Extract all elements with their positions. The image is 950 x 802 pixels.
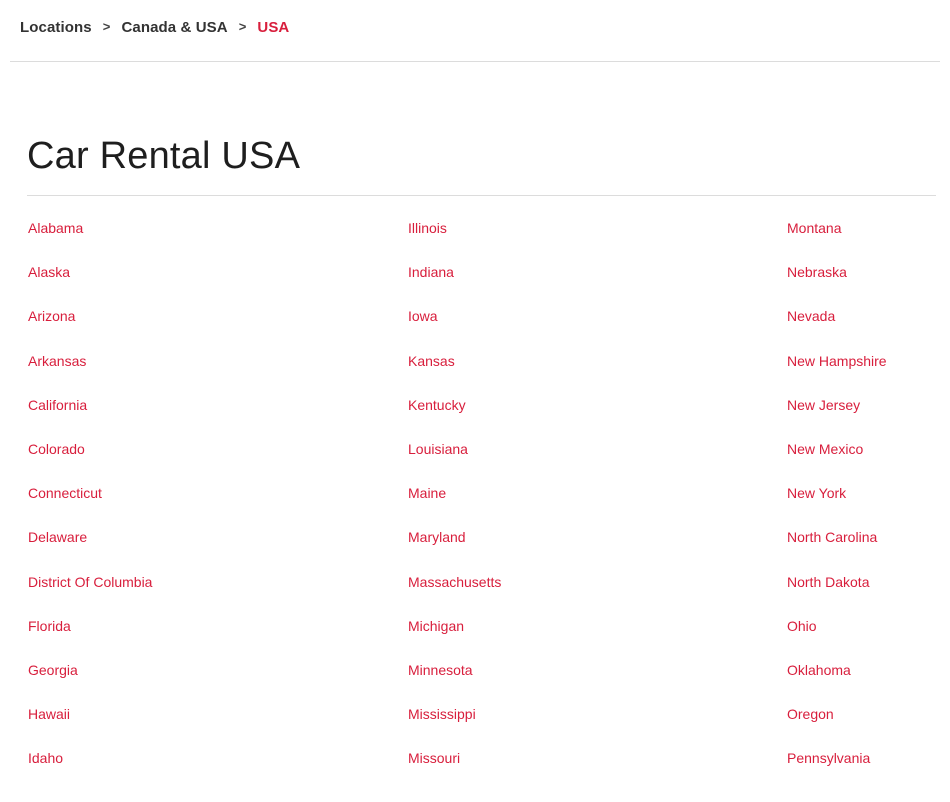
list-item: North Carolina: [787, 519, 887, 563]
list-item: Pennsylvania: [787, 740, 887, 784]
list-item: Nevada: [787, 298, 887, 342]
breadcrumb-item-locations[interactable]: Locations: [20, 19, 92, 36]
state-link[interactable]: Pennsylvania: [787, 750, 870, 766]
list-item: Illinois: [408, 210, 501, 254]
state-link[interactable]: Mississippi: [408, 706, 476, 722]
chevron-right-icon: >: [238, 19, 247, 34]
state-column-3: Montana Nebraska Nevada New Hampshire New Je…: [787, 210, 887, 784]
state-column-1: Alabama Alaska Arizona Arkansas California Co…: [28, 210, 152, 784]
list-item: Florida: [28, 608, 152, 652]
list-item: Kentucky: [408, 387, 501, 431]
state-link[interactable]: Maine: [408, 485, 446, 501]
list-item: Montana: [787, 210, 887, 254]
list-item: Oregon: [787, 696, 887, 740]
state-link[interactable]: Hawaii: [28, 706, 70, 722]
breadcrumb-current: USA: [257, 19, 290, 36]
state-link[interactable]: Michigan: [408, 618, 464, 634]
state-link[interactable]: Georgia: [28, 662, 78, 678]
list-item: District Of Columbia: [28, 564, 152, 608]
state-link[interactable]: Massachusetts: [408, 574, 501, 590]
breadcrumb-divider: [10, 61, 940, 62]
state-link[interactable]: New York: [787, 485, 846, 501]
state-link[interactable]: Missouri: [408, 750, 460, 766]
state-link[interactable]: Kentucky: [408, 397, 466, 413]
state-link[interactable]: Minnesota: [408, 662, 473, 678]
state-column-2: Illinois Indiana Iowa Kansas Kentucky Louisia…: [408, 210, 501, 784]
state-link[interactable]: California: [28, 397, 87, 413]
state-link[interactable]: Idaho: [28, 750, 63, 766]
state-link[interactable]: Nebraska: [787, 264, 847, 280]
list-item: Colorado: [28, 431, 152, 475]
list-item: Idaho: [28, 740, 152, 784]
list-item: Louisiana: [408, 431, 501, 475]
list-item: Iowa: [408, 298, 501, 342]
list-item: North Dakota: [787, 564, 887, 608]
list-item: Ohio: [787, 608, 887, 652]
state-link[interactable]: Oklahoma: [787, 662, 851, 678]
list-item: New Hampshire: [787, 343, 887, 387]
chevron-right-icon: >: [102, 19, 111, 34]
state-link[interactable]: Maryland: [408, 529, 466, 545]
state-link[interactable]: Iowa: [408, 308, 438, 324]
list-item: Delaware: [28, 519, 152, 563]
state-link[interactable]: Arizona: [28, 308, 75, 324]
list-item: Michigan: [408, 608, 501, 652]
list-item: Missouri: [408, 740, 501, 784]
title-divider: [27, 195, 936, 196]
list-item: Alabama: [28, 210, 152, 254]
list-item: Maine: [408, 475, 501, 519]
state-link[interactable]: Alabama: [28, 220, 83, 236]
state-link[interactable]: Kansas: [408, 353, 455, 369]
state-link[interactable]: Illinois: [408, 220, 447, 236]
state-link[interactable]: Montana: [787, 220, 841, 236]
list-item: Nebraska: [787, 254, 887, 298]
list-item: Maryland: [408, 519, 501, 563]
list-item: Mississippi: [408, 696, 501, 740]
state-link[interactable]: Arkansas: [28, 353, 86, 369]
state-link[interactable]: Florida: [28, 618, 71, 634]
list-item: Massachusetts: [408, 564, 501, 608]
state-link[interactable]: New Mexico: [787, 441, 863, 457]
state-link[interactable]: Oregon: [787, 706, 834, 722]
state-link[interactable]: Connecticut: [28, 485, 102, 501]
list-item: New Mexico: [787, 431, 887, 475]
page-title: Car Rental USA: [27, 135, 301, 177]
list-item: Minnesota: [408, 652, 501, 696]
state-link[interactable]: Ohio: [787, 618, 817, 634]
list-item: Kansas: [408, 343, 501, 387]
state-link[interactable]: North Carolina: [787, 529, 877, 545]
state-link[interactable]: Colorado: [28, 441, 85, 457]
breadcrumb: Locations > Canada & USA > USA: [20, 19, 289, 36]
state-link[interactable]: Delaware: [28, 529, 87, 545]
list-item: Indiana: [408, 254, 501, 298]
breadcrumb-item-canada-usa[interactable]: Canada & USA: [121, 19, 227, 36]
state-link[interactable]: District Of Columbia: [28, 574, 152, 590]
list-item: Arkansas: [28, 343, 152, 387]
list-item: Alaska: [28, 254, 152, 298]
state-link[interactable]: Louisiana: [408, 441, 468, 457]
list-item: Hawaii: [28, 696, 152, 740]
state-link[interactable]: New Jersey: [787, 397, 860, 413]
list-item: Oklahoma: [787, 652, 887, 696]
state-link[interactable]: New Hampshire: [787, 353, 887, 369]
state-link[interactable]: Nevada: [787, 308, 835, 324]
state-link[interactable]: North Dakota: [787, 574, 869, 590]
state-link[interactable]: Alaska: [28, 264, 70, 280]
list-item: California: [28, 387, 152, 431]
list-item: Connecticut: [28, 475, 152, 519]
list-item: Georgia: [28, 652, 152, 696]
state-link[interactable]: Indiana: [408, 264, 454, 280]
list-item: Arizona: [28, 298, 152, 342]
list-item: New York: [787, 475, 887, 519]
list-item: New Jersey: [787, 387, 887, 431]
